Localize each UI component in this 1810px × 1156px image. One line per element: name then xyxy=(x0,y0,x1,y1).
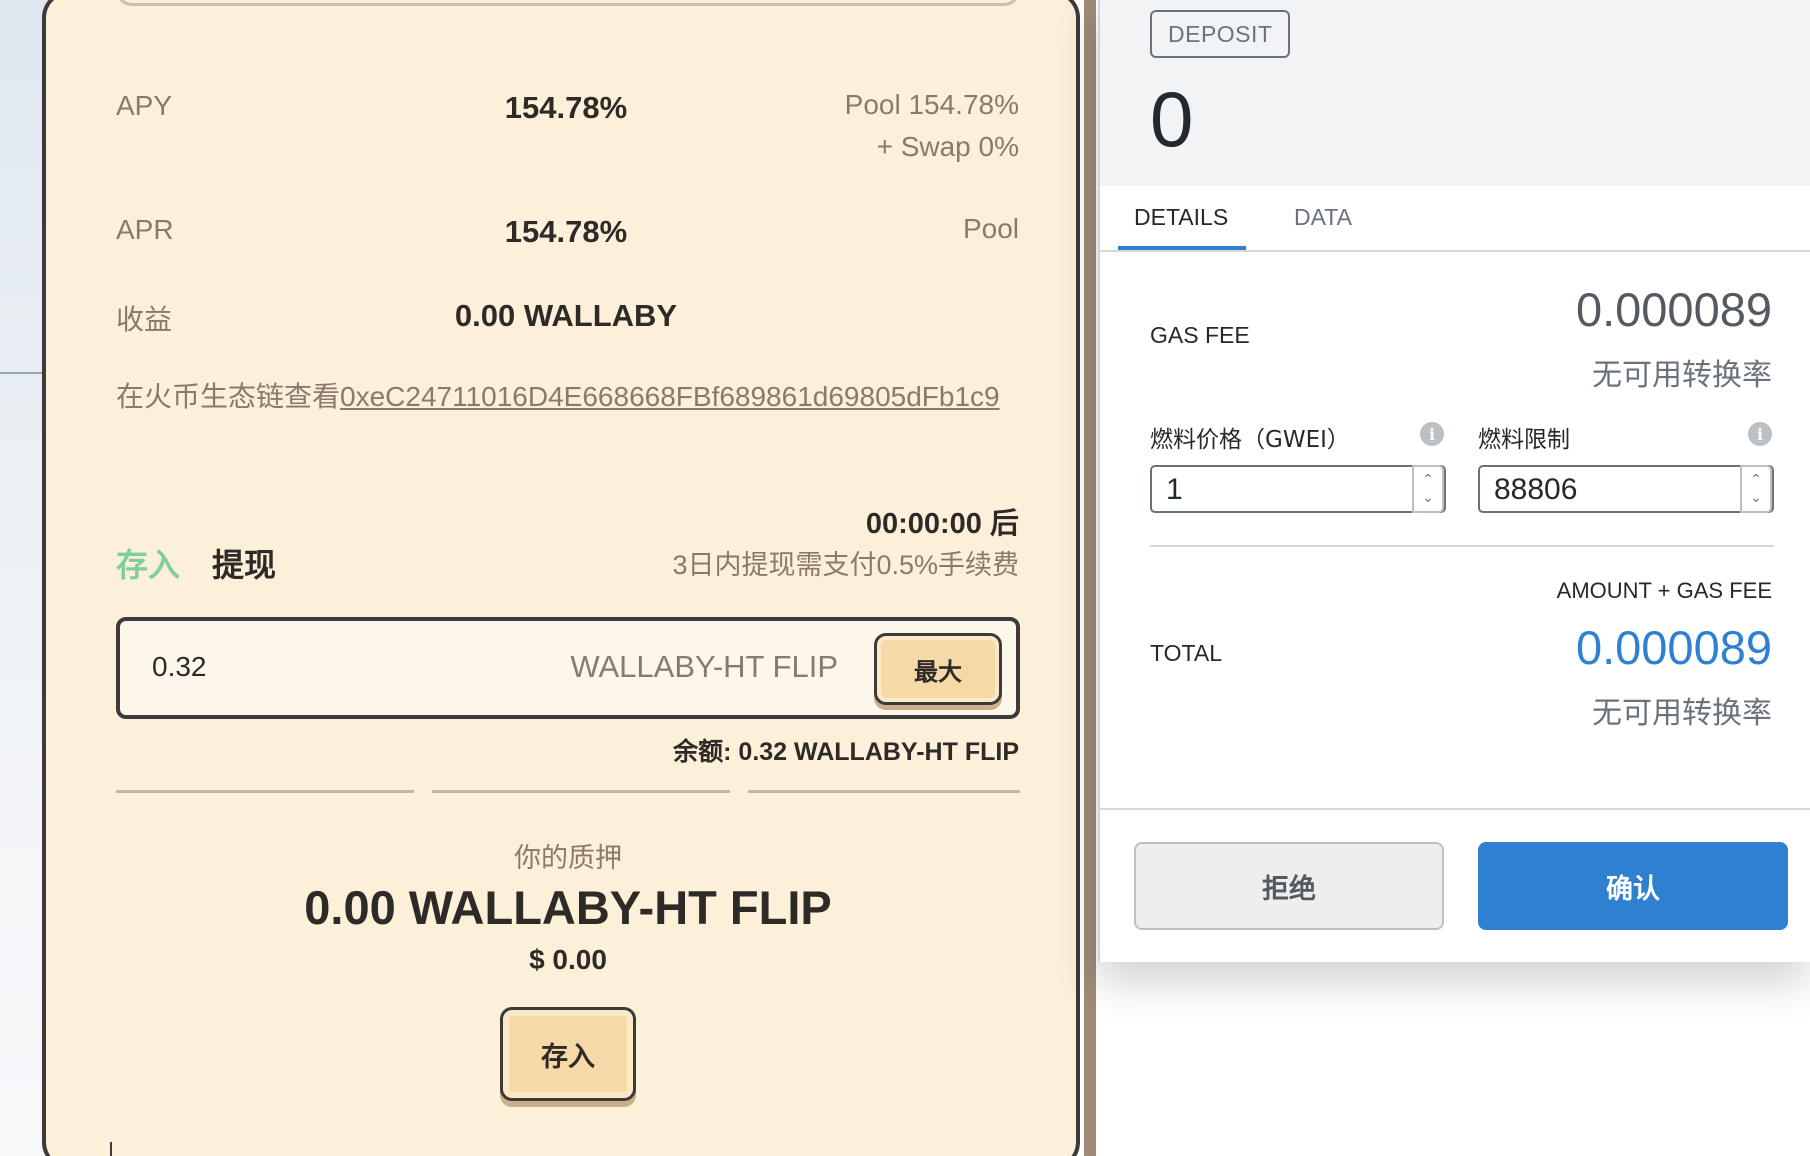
deposit-button[interactable]: 存入 xyxy=(500,1007,636,1101)
total-value: 0.000089 xyxy=(1575,621,1772,674)
gas-fee-label: GAS FEE xyxy=(1150,322,1250,348)
gas-limit-value[interactable]: 88806 xyxy=(1494,473,1577,507)
chevron-down-icon[interactable]: ⌄ xyxy=(1422,489,1434,507)
popup-tabs: DETAILS DATA xyxy=(1100,186,1810,252)
stake-usd-value: $ 0.00 xyxy=(529,944,607,975)
gas-price-value[interactable]: 1 xyxy=(1166,473,1183,507)
gas-limit-label: 燃料限制 xyxy=(1478,427,1570,453)
apr-label: APR xyxy=(116,214,174,245)
apr-detail: Pool xyxy=(962,213,1019,244)
popup-header: DEPOSIT 0 xyxy=(1100,0,1810,186)
explorer-prefix: 在火币生态链查看 xyxy=(116,381,341,412)
chevron-up-icon[interactable]: ⌃ xyxy=(1750,471,1762,489)
background-line xyxy=(0,372,44,374)
apy-value: 154.78% xyxy=(504,90,628,125)
card-bottom-decoration xyxy=(110,1142,158,1156)
gas-limit-stepper[interactable]: ⌃ ⌄ xyxy=(1740,465,1772,513)
apy-detail-pool: Pool 154.78% xyxy=(844,89,1019,120)
gas-limit-input[interactable]: 88806 ⌃ ⌄ xyxy=(1478,465,1774,513)
countdown-timer: 00:00:00 后 xyxy=(865,508,1019,540)
chevron-down-icon[interactable]: ⌄ xyxy=(1750,489,1762,507)
withdraw-fee-note: 3日内提现需支付0.5%手续费 xyxy=(672,550,1019,580)
gas-price-input[interactable]: 1 ⌃ ⌄ xyxy=(1150,465,1446,513)
stake-label: 你的质押 xyxy=(514,843,622,874)
total-heading: AMOUNT + GAS FEE xyxy=(1556,578,1772,603)
earnings-label: 收益 xyxy=(116,304,173,335)
confirm-button[interactable]: 确认 xyxy=(1478,842,1788,930)
top-field-edge xyxy=(116,0,1020,6)
apy-label: APY xyxy=(116,90,173,121)
gas-price-stepper[interactable]: ⌃ ⌄ xyxy=(1412,465,1444,513)
card-edge xyxy=(1084,0,1096,1156)
transaction-amount: 0 xyxy=(1150,75,1194,163)
apy-detail-swap: + Swap 0% xyxy=(876,131,1019,162)
chevron-up-icon[interactable]: ⌃ xyxy=(1422,471,1434,489)
active-tab-indicator xyxy=(1118,246,1246,250)
info-icon[interactable]: i xyxy=(1420,422,1444,446)
gas-fee-value: 0.000089 xyxy=(1575,283,1772,336)
amount-input[interactable]: 0.32 WALLABY-HT FLIP 最大 xyxy=(116,617,1020,719)
tab-deposit[interactable]: 存入 xyxy=(116,540,180,586)
amount-input-unit: WALLABY-HT FLIP xyxy=(570,649,838,684)
stake-amount: 0.00 WALLABY-HT FLIP xyxy=(304,881,832,934)
reject-button[interactable]: 拒绝 xyxy=(1134,842,1444,930)
contract-address-link[interactable]: 0xeC24711016D4E668668FBf689861d69805dFb1… xyxy=(340,381,1000,412)
transaction-type-badge: DEPOSIT xyxy=(1150,10,1291,58)
gas-fee-conversion: 无可用转换率 xyxy=(1592,358,1772,393)
info-icon[interactable]: i xyxy=(1748,422,1772,446)
amount-input-value[interactable]: 0.32 xyxy=(152,651,207,683)
tab-data[interactable]: DATA xyxy=(1294,204,1352,231)
wallet-confirm-popup: DEPOSIT 0 DETAILS DATA GAS FEE 0.000089 … xyxy=(1098,0,1810,962)
footer-divider xyxy=(1100,808,1810,810)
total-conversion: 无可用转换率 xyxy=(1592,696,1772,731)
apr-value: 154.78% xyxy=(504,214,628,249)
gas-price-label: 燃料价格（GWEI） xyxy=(1150,427,1350,453)
total-label: TOTAL xyxy=(1150,640,1222,666)
tab-details[interactable]: DETAILS xyxy=(1134,204,1228,231)
explorer-row: 在火币生态链查看0xeC24711016D4E668668FBf689861d6… xyxy=(116,375,1000,415)
balance-text: 余额: 0.32 WALLABY-HT FLIP xyxy=(673,738,1019,766)
earnings-value: 0.00 WALLABY xyxy=(454,298,678,333)
details-divider xyxy=(1150,545,1774,547)
max-button[interactable]: 最大 xyxy=(874,633,1002,705)
tab-withdraw[interactable]: 提现 xyxy=(212,540,276,586)
apy-detail: Pool 154.78% + Swap 0% xyxy=(845,84,1019,168)
divider xyxy=(116,790,1020,793)
